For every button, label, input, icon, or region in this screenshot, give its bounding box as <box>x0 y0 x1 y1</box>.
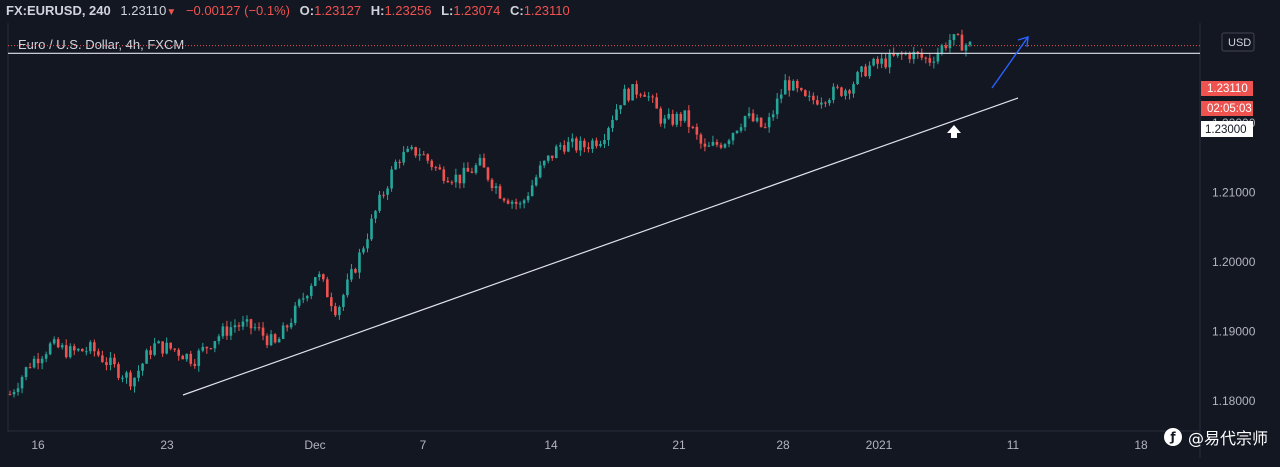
symbol-label[interactable]: FX:EURUSD, 240 <box>6 0 111 22</box>
down-triangle-icon: ▼ <box>166 7 177 18</box>
candle <box>759 117 763 128</box>
close-label: C: <box>509 3 524 18</box>
close-value: 1.23110 <box>523 3 570 18</box>
chart-title: Euro / U.S. Dollar, 4h, FXCM <box>18 37 184 52</box>
candle <box>872 57 875 67</box>
price-tick-label: 1.20000 <box>1212 255 1256 269</box>
candle <box>554 144 558 159</box>
price-tick-label: 1.19000 <box>1212 325 1256 339</box>
candle <box>326 276 329 298</box>
currency-button[interactable]: USD <box>1221 32 1255 52</box>
svg-text:02:05:03: 02:05:03 <box>1207 103 1252 115</box>
open-value: 1.23127 <box>314 3 362 18</box>
time-tick-label: 28 <box>776 438 790 452</box>
candle <box>48 341 52 356</box>
price-tick-label: 1.18000 <box>1212 394 1256 408</box>
time-tick-label: 14 <box>544 438 558 452</box>
candle <box>145 348 148 364</box>
price-chart[interactable]: Euro / U.S. Dollar, 4h, FXCM 1.18000 1.19… <box>0 22 1280 467</box>
candle <box>117 362 120 381</box>
candle <box>627 87 630 103</box>
candle <box>486 166 490 182</box>
time-tick-label: 18 <box>1134 438 1148 452</box>
time-tick-label: 2021 <box>866 438 893 452</box>
watermark: ƒ @易代宗师 <box>1163 425 1268 449</box>
price-change-label: −0.00127 (−0.1%) <box>185 3 291 18</box>
candle <box>631 83 634 101</box>
level-price-tag[interactable]: 1.23000 <box>1201 121 1253 137</box>
low-label: L: <box>441 3 454 18</box>
svg-text:1.23110: 1.23110 <box>1207 83 1248 95</box>
time-tick-label: 7 <box>420 438 427 452</box>
candle <box>856 70 859 85</box>
chart-background <box>0 22 1280 467</box>
candle <box>840 86 843 98</box>
candle <box>390 166 393 192</box>
svg-text:1.23000: 1.23000 <box>1205 124 1247 136</box>
price-tick-label: 1.21000 <box>1212 185 1256 199</box>
high-value: 1.23256 <box>384 3 432 18</box>
svg-text:USD: USD <box>1228 37 1251 49</box>
time-tick-label: 21 <box>672 438 686 452</box>
time-tick-label: Dec <box>304 438 325 452</box>
last-price-label: 1.23110 <box>120 3 167 18</box>
candle <box>498 184 502 199</box>
time-tick-label: 11 <box>1007 438 1020 452</box>
open-label: O: <box>299 3 315 18</box>
candle <box>575 136 578 153</box>
symbol-header: FX:EURUSD, 240 1.23110▼ −0.00127 (−0.1%)… <box>0 0 1280 22</box>
candle <box>273 333 277 344</box>
candle <box>791 79 795 91</box>
high-label: H: <box>370 3 385 18</box>
time-tick-label: 23 <box>160 438 174 452</box>
watermark-logo: ƒ <box>1163 428 1182 446</box>
candle <box>313 276 317 287</box>
last-price-tag: 1.23110 <box>1201 81 1253 96</box>
candle <box>804 89 807 97</box>
low-value: 1.23074 <box>453 3 501 18</box>
watermark-text: @易代宗师 <box>1187 429 1268 448</box>
countdown-tag: 02:05:03 <box>1201 101 1253 116</box>
time-tick-label: 16 <box>31 438 45 452</box>
